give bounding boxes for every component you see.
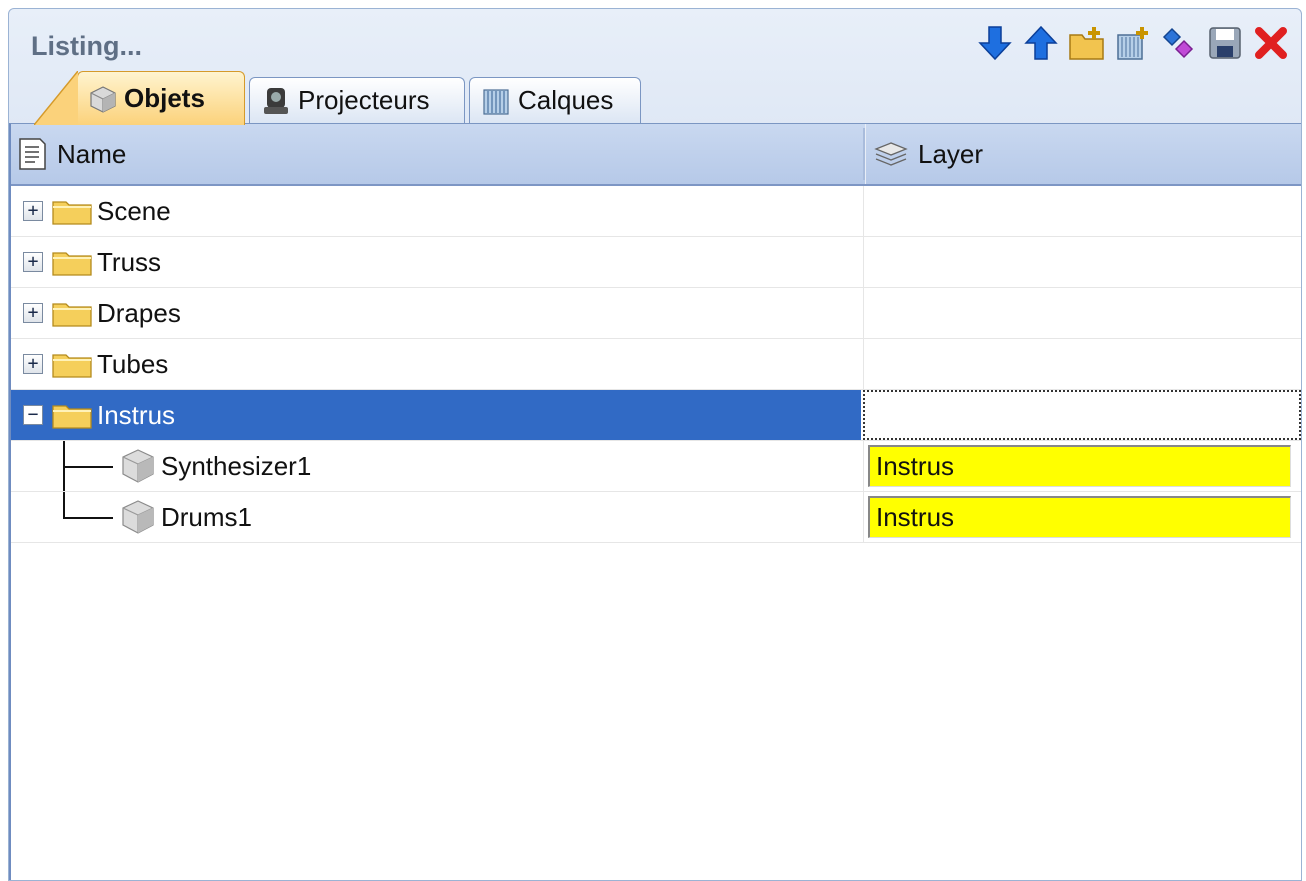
close-icon <box>1255 27 1287 59</box>
collapse-toggle[interactable]: − <box>23 405 43 425</box>
layer-cell[interactable]: Instrus <box>863 492 1301 542</box>
save-button[interactable] <box>1205 23 1245 63</box>
document-icon <box>19 138 46 170</box>
listing-panel: Listing... Objets Projecteurs Calques Na… <box>8 8 1302 881</box>
layer-cell[interactable] <box>863 237 1301 287</box>
panel-title: Listing... <box>31 31 142 61</box>
tree-row-label: Drums1 <box>161 501 253 532</box>
tree-row-scene[interactable]: + Scene <box>11 186 1301 237</box>
cube-icon <box>90 85 116 113</box>
column-header: Name Layer <box>11 124 1301 186</box>
tree-row-truss[interactable]: + Truss <box>11 237 1301 288</box>
layer-cell[interactable] <box>863 186 1301 236</box>
cube-icon <box>122 449 154 483</box>
layer-cell-focused[interactable] <box>863 390 1301 440</box>
layer-value[interactable]: Instrus <box>868 496 1291 538</box>
tree-row-instrus[interactable]: − Instrus <box>11 390 1301 441</box>
layer-stack-icon <box>874 142 908 166</box>
tree-row-tubes[interactable]: + Tubes <box>11 339 1301 390</box>
toolbar <box>975 23 1291 63</box>
layers-icon <box>483 88 509 115</box>
tab-objets[interactable]: Objets <box>34 71 245 125</box>
new-layer-button[interactable] <box>1113 23 1153 63</box>
save-icon <box>1209 27 1241 59</box>
arrow-down-icon <box>978 26 1012 61</box>
column-header-layer[interactable]: Layer <box>865 124 1301 184</box>
move-up-button[interactable] <box>1021 23 1061 63</box>
assign-icon <box>1162 27 1194 59</box>
tab-projecteurs-label: Projecteurs <box>298 85 430 115</box>
new-folder-button[interactable] <box>1067 23 1107 63</box>
layer-value[interactable]: Instrus <box>868 445 1291 487</box>
column-header-name-label: Name <box>57 138 127 169</box>
projector-icon <box>264 87 288 114</box>
folder-icon <box>52 201 92 225</box>
tab-objets-label: Objets <box>124 83 205 113</box>
tab-calques[interactable]: Calques <box>469 77 641 123</box>
tree-row-drums1[interactable]: Drums1 Instrus <box>11 492 1301 543</box>
new-layer-icon <box>1117 27 1148 60</box>
assign-button[interactable] <box>1159 23 1199 63</box>
expand-toggle[interactable]: + <box>23 252 43 272</box>
move-down-button[interactable] <box>975 23 1015 63</box>
expand-toggle[interactable]: + <box>23 303 43 323</box>
folder-icon <box>52 354 92 378</box>
layer-cell[interactable]: Instrus <box>863 441 1301 491</box>
folder-icon <box>52 252 92 276</box>
new-folder-icon <box>1069 27 1104 60</box>
folder-icon <box>52 303 92 327</box>
layer-cell[interactable] <box>863 288 1301 338</box>
close-button[interactable] <box>1251 23 1291 63</box>
tree-row-label: Instrus <box>97 399 176 430</box>
tree-row-label: Tubes <box>97 348 169 379</box>
tree-row-label: Synthesizer1 <box>161 450 312 481</box>
arrow-up-icon <box>1024 25 1058 60</box>
column-header-name[interactable]: Name <box>17 124 857 184</box>
tree-row-label: Scene <box>97 195 171 226</box>
tree-row-synthesizer1[interactable]: Synthesizer1 Instrus <box>11 441 1301 492</box>
folder-open-icon <box>52 405 92 429</box>
objects-tree-grid: Name Layer + Scene + Truss + Drapes + Tu… <box>9 123 1301 880</box>
tree-row-label: Truss <box>97 246 162 277</box>
column-header-layer-label: Layer <box>918 138 984 169</box>
tab-projecteurs[interactable]: Projecteurs <box>249 77 465 123</box>
tree-rows: + Scene + Truss + Drapes + Tubes − Instr… <box>11 186 1301 543</box>
layer-cell[interactable] <box>863 339 1301 389</box>
tree-row-drapes[interactable]: + Drapes <box>11 288 1301 339</box>
expand-toggle[interactable]: + <box>23 354 43 374</box>
tab-calques-label: Calques <box>518 85 614 115</box>
tree-row-label: Drapes <box>97 297 181 328</box>
expand-toggle[interactable]: + <box>23 201 43 221</box>
cube-icon <box>122 500 154 534</box>
